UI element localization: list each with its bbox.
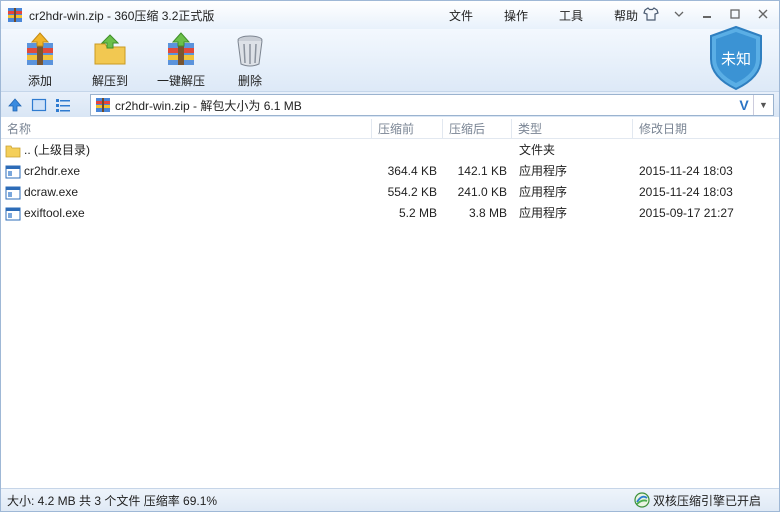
folder-icon xyxy=(5,143,21,159)
up-arrow-icon[interactable] xyxy=(5,95,25,115)
table-row[interactable]: dcraw.exe 554.2 KB 241.0 KB 应用程序 2015-11… xyxy=(1,182,779,203)
menu-operations[interactable]: 操作 xyxy=(504,7,528,24)
menu-bar: 文件 操作 工具 帮助 xyxy=(449,1,669,29)
row-size: 554.2 KB xyxy=(387,185,437,199)
list-view-icon[interactable] xyxy=(53,95,73,115)
column-header-name[interactable]: 名称 xyxy=(1,119,371,139)
row-name: exiftool.exe xyxy=(24,206,85,220)
add-archive-icon xyxy=(22,32,58,68)
one-click-extract-button[interactable]: 一键解压 xyxy=(151,32,211,89)
security-status-text: 未知 xyxy=(721,50,751,68)
chevron-down-icon[interactable] xyxy=(669,5,689,23)
row-name-cell: exiftool.exe xyxy=(5,203,85,224)
engine-status[interactable]: 双核压缩引擎已开启 xyxy=(633,491,761,509)
minimize-icon[interactable] xyxy=(697,5,717,23)
trash-bin-icon xyxy=(232,32,268,68)
title-bar: cr2hdr-win.zip - 360压缩 3.2正式版 文件 操作 工具 帮… xyxy=(1,1,779,29)
row-size: 5.2 MB xyxy=(398,206,437,220)
one-click-extract-icon xyxy=(163,32,199,68)
row-size: 364.4 KB xyxy=(387,164,437,178)
delete-button[interactable]: 删除 xyxy=(220,32,280,89)
maximize-icon[interactable] xyxy=(725,5,745,23)
exe-icon xyxy=(5,185,21,201)
add-button-label: 添加 xyxy=(27,74,52,88)
column-header-compressed[interactable]: 压缩后 xyxy=(442,119,511,139)
row-name-cell: dcraw.exe xyxy=(5,182,78,203)
row-name: dcraw.exe xyxy=(24,185,79,199)
column-header-modified[interactable]: 修改日期 xyxy=(632,119,779,139)
close-icon[interactable] xyxy=(753,5,773,23)
extract-to-button[interactable]: 解压到 xyxy=(80,32,140,89)
row-size xyxy=(377,140,437,161)
row-modified: 2015-11-24 18:03 xyxy=(639,164,733,178)
toolbar: 添加 解压到 一键解压 删除 xyxy=(1,29,779,91)
row-type: 应用程序 xyxy=(519,206,568,220)
column-header-size[interactable]: 压缩前 xyxy=(371,119,442,139)
exe-icon xyxy=(5,164,21,180)
column-header-type[interactable]: 类型 xyxy=(511,119,632,139)
delete-button-label: 删除 xyxy=(237,74,262,88)
exe-icon xyxy=(5,206,21,222)
extract-to-button-label: 解压到 xyxy=(91,74,128,88)
row-name: cr2hdr.exe xyxy=(24,164,81,178)
window-title: cr2hdr-win.zip - 360压缩 3.2正式版 xyxy=(29,8,215,23)
table-row[interactable]: exiftool.exe 5.2 MB 3.8 MB 应用程序 2015-09-… xyxy=(1,203,779,224)
row-type: 应用程序 xyxy=(519,164,568,178)
file-list-header: 名称 压缩前 压缩后 类型 修改日期 xyxy=(1,119,779,139)
window-controls xyxy=(641,5,773,23)
status-bar: 大小: 4.2 MB 共 3 个文件 压缩率 69.1% 双核压缩引擎已开启 xyxy=(1,488,779,511)
status-summary: 大小: 4.2 MB 共 3 个文件 压缩率 69.1% xyxy=(7,494,218,508)
row-compressed: 3.8 MB xyxy=(468,206,507,220)
row-compressed xyxy=(447,140,507,161)
skin-shirt-icon[interactable] xyxy=(641,5,661,23)
row-compressed: 142.1 KB xyxy=(457,164,507,178)
row-compressed: 241.0 KB xyxy=(457,185,507,199)
table-row[interactable]: .. (上级目录) 文件夹 xyxy=(1,140,779,161)
menu-file[interactable]: 文件 xyxy=(449,7,473,24)
address-path: cr2hdr-win.zip - 解包大小为 6.1 MB xyxy=(115,98,302,113)
extract-folder-icon xyxy=(92,32,128,68)
verify-button[interactable]: V xyxy=(735,97,753,113)
zip-archive-icon xyxy=(95,97,111,113)
table-row[interactable]: cr2hdr.exe 364.4 KB 142.1 KB 应用程序 2015-1… xyxy=(1,161,779,182)
row-name-cell: .. (上级目录) xyxy=(5,140,90,161)
row-modified: 2015-11-24 18:03 xyxy=(639,185,733,199)
menu-help[interactable]: 帮助 xyxy=(614,7,638,24)
engine-status-text: 双核压缩引擎已开启 xyxy=(652,493,761,508)
row-type: 应用程序 xyxy=(519,185,568,199)
address-row: cr2hdr-win.zip - 解包大小为 6.1 MB V ▼ xyxy=(1,91,779,117)
row-modified: 2015-09-17 21:27 xyxy=(639,206,734,220)
menu-tools[interactable]: 工具 xyxy=(559,7,583,24)
one-click-extract-label: 一键解压 xyxy=(156,74,205,88)
add-button[interactable]: 添加 xyxy=(10,32,70,89)
dropdown-arrow-icon[interactable]: ▼ xyxy=(753,95,773,115)
row-type: 文件夹 xyxy=(519,143,556,157)
security-shield-badge[interactable]: 未知 xyxy=(707,25,765,91)
file-list: .. (上级目录) 文件夹 cr2hdr.exe 364.4 KB 142.1 … xyxy=(1,140,779,224)
row-name-cell: cr2hdr.exe xyxy=(5,161,80,182)
app-window: cr2hdr-win.zip - 360压缩 3.2正式版 文件 操作 工具 帮… xyxy=(0,0,780,512)
large-icon-view-icon[interactable] xyxy=(29,95,49,115)
row-name: .. (上级目录) xyxy=(24,143,90,157)
dual-core-engine-icon xyxy=(633,491,651,509)
address-bar[interactable]: cr2hdr-win.zip - 解包大小为 6.1 MB V ▼ xyxy=(90,94,774,116)
zip-archive-icon xyxy=(7,7,23,23)
